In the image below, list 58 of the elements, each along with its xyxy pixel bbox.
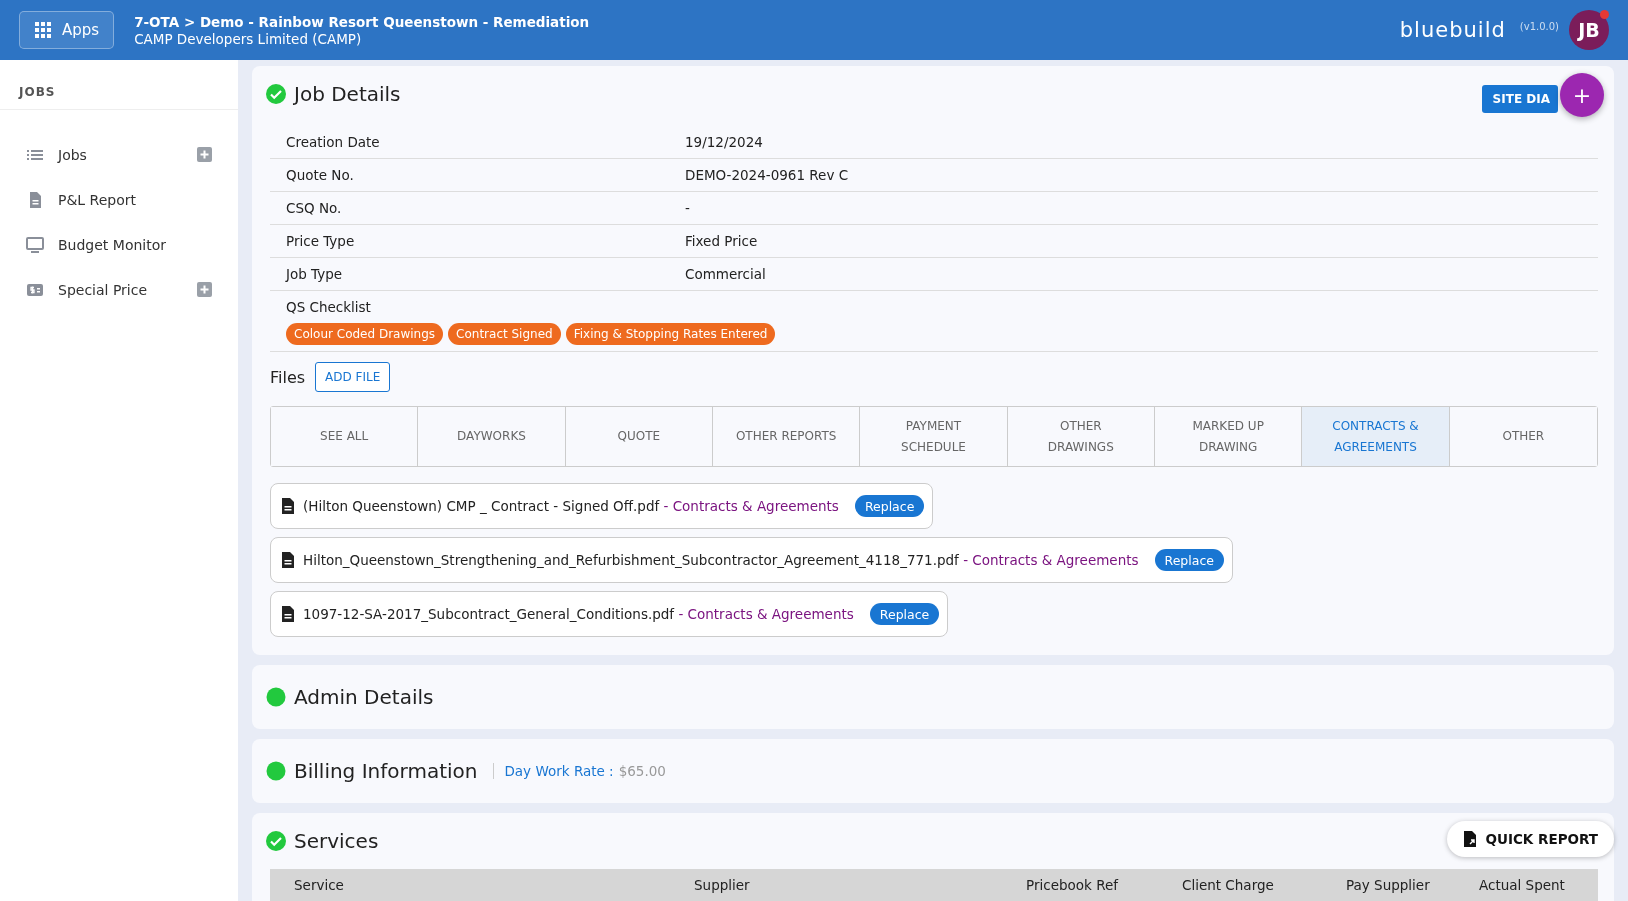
section-title: Billing Information [294, 759, 478, 783]
file-tab[interactable]: SEE ALL [271, 407, 419, 466]
replace-button[interactable]: Replace [854, 495, 925, 517]
checklist-tag: Fixing & Stopping Rates Entered [565, 323, 776, 345]
field-value: Fixed Price [685, 233, 758, 249]
document-icon [281, 552, 295, 568]
document-icon [1463, 831, 1478, 847]
column-header: Supplier [694, 877, 751, 895]
version-label: (v1.0.0) [1519, 21, 1559, 32]
field-label: Job Type [286, 266, 344, 282]
add-icon[interactable] [197, 282, 212, 297]
rate-label: Day Work Rate : [504, 763, 614, 779]
file-name[interactable]: (Hilton Queenstown) CMP _ Contract - Signed Off.pdf - Contracts & Agreements [303, 498, 847, 514]
user-avatar[interactable]: JB [1569, 10, 1609, 50]
column-header: Pay Supplier [1346, 877, 1431, 895]
breadcrumb: 7-OTA > Demo - Rainbow Resort Queenstown - Remediation [134, 13, 590, 30]
quick-report-button[interactable]: QUICK REPORT [1447, 821, 1614, 857]
sidebar-item[interactable]: P&L Report [0, 177, 238, 222]
field-value: 19/12/2024 [685, 134, 763, 150]
document-icon [281, 498, 295, 514]
replace-button[interactable]: Replace [869, 603, 940, 625]
file-tab[interactable]: CONTRACTS & AGREEMENTS [1302, 407, 1450, 466]
column-header: Service [294, 877, 345, 895]
add-icon[interactable] [197, 147, 212, 162]
field-value: DEMO-2024-0961 Rev C [685, 167, 849, 183]
rate-value: $65.00 [618, 763, 666, 779]
field-label: Creation Date [286, 134, 381, 150]
column-header: Actual Spent [1479, 877, 1566, 895]
field-value: - [685, 200, 690, 216]
checklist-tag: Colour Coded Drawings [286, 323, 444, 345]
apps-button[interactable]: Apps [19, 11, 115, 49]
monitor-icon [26, 235, 44, 254]
replace-button[interactable]: Replace [1154, 549, 1224, 571]
field-label: QS Checklist [286, 299, 372, 315]
sidebar-item[interactable]: Special Price [0, 267, 238, 312]
field-label: Price Type [286, 233, 356, 249]
sidebar-item[interactable]: Jobs [0, 132, 238, 177]
field-value: Commercial [685, 266, 766, 282]
sidebar-item[interactable]: Budget Monitor [0, 222, 238, 267]
checklist-tag: Contract Signed [448, 323, 561, 345]
section-title: Job Details [294, 82, 401, 106]
column-header: Client Charge [1182, 877, 1275, 895]
client-name: CAMP Developers Limited (CAMP) [134, 30, 363, 47]
brand-name: bluebuild [1399, 18, 1506, 42]
field-label: CSQ No. [286, 200, 343, 216]
column-header: Pricebook Ref [1026, 877, 1120, 895]
section-title: Services [294, 829, 379, 853]
document-icon [281, 606, 295, 622]
file-name[interactable]: 1097-12-SA-2017_Subcontract_General_Conditions.pdf - Contracts & Agreements [303, 606, 862, 622]
sidebar-heading: JOBS [0, 60, 238, 110]
grid-icon [34, 21, 52, 39]
files-label: Files [270, 367, 306, 387]
site-diary-button[interactable]: SITE DIA [1481, 85, 1558, 113]
add-file-button[interactable]: ADD FILE [315, 362, 391, 392]
field-label: Quote No. [286, 167, 355, 183]
add-fab-button[interactable]: + [1560, 73, 1604, 117]
file-name[interactable]: Hilton_Queenstown_Strengthening_and_Refurbishment_Subcontractor_Agreement_4118_771.pdf - Contracts & Agreements [303, 552, 1147, 568]
section-title: Admin Details [294, 685, 434, 709]
